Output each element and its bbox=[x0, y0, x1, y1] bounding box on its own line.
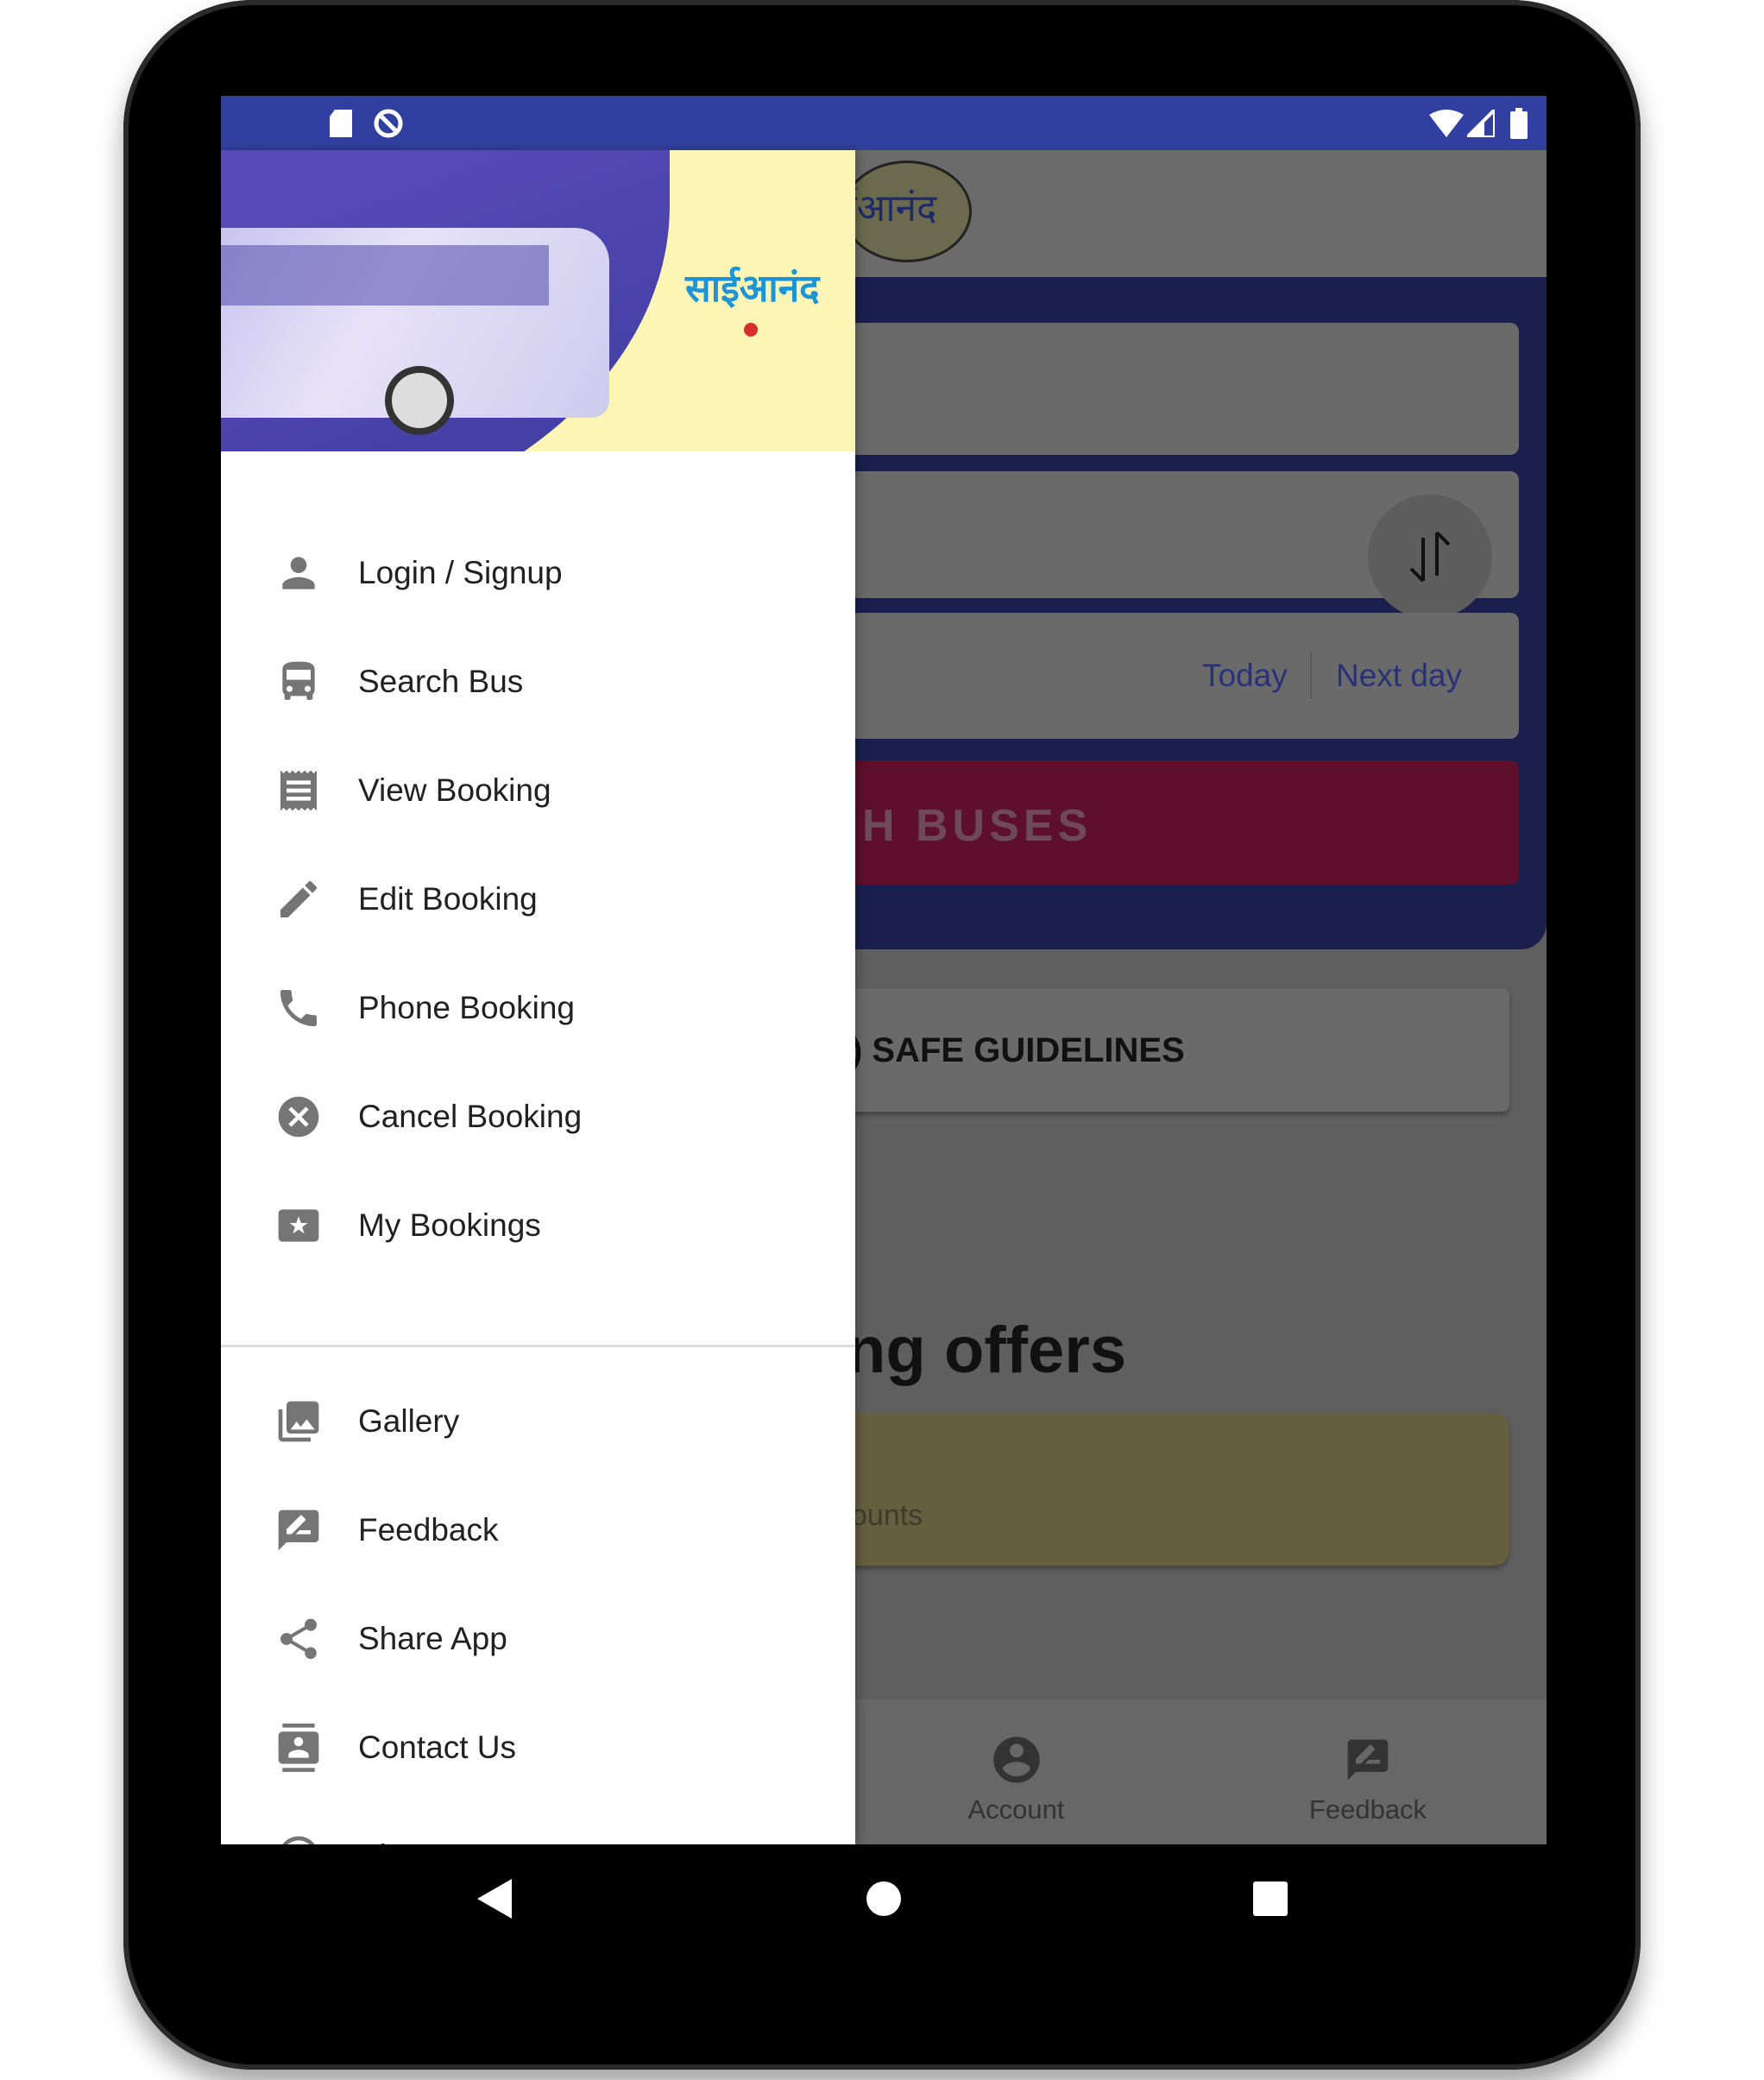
menu-item-label: Feedback bbox=[358, 1512, 499, 1547]
menu-item-search-bus[interactable]: Search Bus bbox=[221, 634, 855, 729]
menu-item-label: Contact Us bbox=[358, 1730, 517, 1765]
rate-review-icon bbox=[1347, 1739, 1389, 1781]
today-option[interactable]: Today bbox=[1202, 658, 1288, 694]
divider bbox=[1310, 652, 1312, 699]
share-icon bbox=[280, 1618, 317, 1660]
next-day-option[interactable]: Next day bbox=[1336, 658, 1462, 694]
menu-item-label: Cancel Booking bbox=[358, 1099, 583, 1134]
menu-item-gallery[interactable]: Gallery bbox=[221, 1374, 855, 1469]
menu-item-label: About Us bbox=[358, 1838, 489, 1844]
status-bar bbox=[221, 96, 1547, 150]
menu-item-phone-booking[interactable]: Phone Booking bbox=[221, 961, 855, 1056]
photo-library-icon bbox=[278, 1401, 319, 1442]
sync-icon bbox=[374, 109, 403, 138]
logo-badge: ईआनंद bbox=[842, 161, 972, 262]
system-nav-bar bbox=[221, 1844, 1547, 1951]
pencil-icon bbox=[280, 880, 318, 917]
menu-item-login-signup[interactable]: Login / Signup bbox=[221, 526, 855, 621]
menu-item-share-app[interactable]: Share App bbox=[221, 1592, 855, 1686]
menu-item-feedback[interactable]: Feedback bbox=[221, 1483, 855, 1578]
drawer-header: साईआनंद bbox=[221, 150, 855, 451]
back-icon[interactable] bbox=[477, 1879, 512, 1919]
menu-item-cancel-booking[interactable]: Cancel Booking bbox=[221, 1069, 855, 1164]
menu-item-label: My Bookings bbox=[358, 1207, 541, 1243]
screen: ईआनंद Today Next day H BUSES ) SAFE GUID… bbox=[221, 96, 1547, 1844]
logo-flower bbox=[744, 323, 758, 337]
phone-icon bbox=[280, 990, 317, 1026]
menu-item-view-booking[interactable]: View Booking bbox=[221, 743, 855, 838]
bus-icon bbox=[282, 661, 315, 700]
menu-item-label: Login / Signup bbox=[358, 555, 563, 590]
menu-item-label: View Booking bbox=[358, 772, 551, 808]
receipt-icon bbox=[280, 770, 317, 811]
home-icon[interactable] bbox=[866, 1881, 901, 1916]
bus-image bbox=[221, 228, 609, 435]
battery-icon bbox=[1510, 108, 1528, 139]
menu-item-label: Edit Booking bbox=[358, 881, 538, 917]
drawer-logo: साईआनंद bbox=[685, 268, 820, 310]
wifi-icon bbox=[1429, 110, 1464, 137]
menu-divider bbox=[221, 1345, 855, 1347]
nav-feedback[interactable]: Feedback bbox=[1303, 1732, 1433, 1836]
sd-card-icon bbox=[330, 110, 352, 137]
recents-icon[interactable] bbox=[1253, 1881, 1288, 1916]
account-circle-icon bbox=[993, 1736, 1040, 1783]
person-icon bbox=[282, 557, 315, 589]
contacts-icon bbox=[278, 1724, 319, 1772]
menu-item-label: Share App bbox=[358, 1621, 507, 1656]
menu-item-edit-booking[interactable]: Edit Booking bbox=[221, 852, 855, 947]
rate-review-icon bbox=[278, 1510, 319, 1551]
navigation-drawer: साईआनंद Login / Signup Search Bus View Boo… bbox=[221, 150, 855, 1844]
menu-item-label: Gallery bbox=[358, 1403, 460, 1439]
menu-item-about-us[interactable]: About Us bbox=[221, 1809, 855, 1844]
info-icon bbox=[282, 1836, 315, 1844]
stars-ticket-icon bbox=[278, 1209, 319, 1242]
menu-item-my-bookings[interactable]: My Bookings bbox=[221, 1178, 855, 1273]
offers-title: ng offers bbox=[846, 1314, 1127, 1387]
menu-item-contact-us[interactable]: Contact Us bbox=[221, 1700, 855, 1795]
menu-item-label: Phone Booking bbox=[358, 990, 575, 1025]
cancel-icon bbox=[278, 1096, 319, 1138]
menu-item-label: Search Bus bbox=[358, 664, 524, 699]
swap-arrows-icon bbox=[1409, 531, 1451, 583]
nav-account[interactable]: Account bbox=[967, 1732, 1066, 1836]
swap-button[interactable] bbox=[1368, 495, 1492, 619]
cell-signal-icon bbox=[1467, 110, 1495, 137]
